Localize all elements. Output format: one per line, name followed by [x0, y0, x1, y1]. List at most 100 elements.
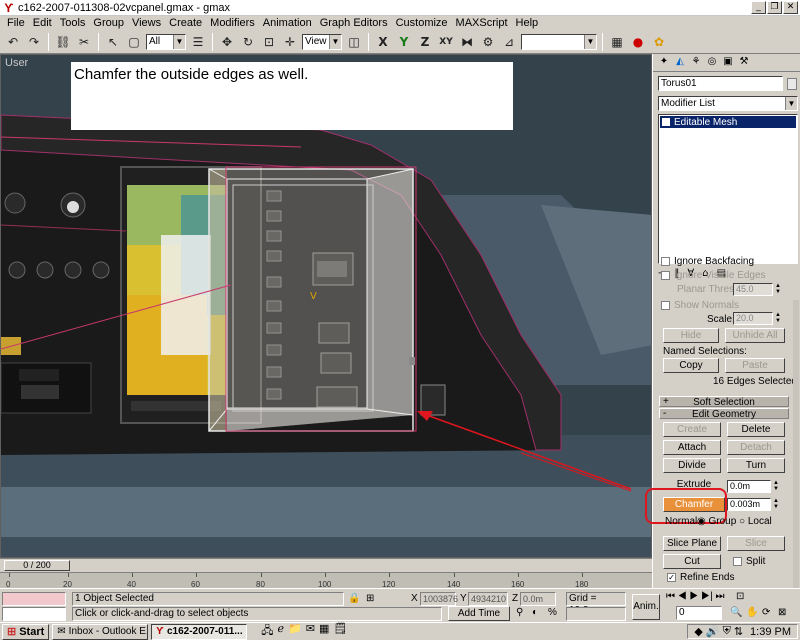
- selection-filter-dropdown[interactable]: All ▼: [146, 33, 186, 50]
- select-arrow-icon[interactable]: ↖: [104, 33, 122, 51]
- clock[interactable]: 1:39 PM: [750, 626, 791, 638]
- absolute-mode-icon[interactable]: ⊞: [366, 593, 374, 604]
- refine-ends-checkbox[interactable]: ✓: [667, 573, 676, 582]
- turn-button[interactable]: Turn: [727, 458, 785, 473]
- chamfer-spinner[interactable]: 0.003m: [727, 498, 771, 511]
- select-region-icon[interactable]: ▢: [125, 33, 143, 51]
- close-button[interactable]: ✕: [783, 1, 798, 14]
- spinner-arrows-icon[interactable]: ▲ ▼: [774, 312, 782, 325]
- crosshair-icon[interactable]: ✛: [281, 33, 299, 51]
- array-icon[interactable]: ⚙: [479, 33, 497, 51]
- taskbar-item-gmax[interactable]: Ƴ c162-2007-011...: [151, 623, 248, 640]
- tray-security-icon[interactable]: ⛨: [723, 625, 731, 638]
- menu-animation[interactable]: Animation: [259, 17, 316, 29]
- soft-selection-rollout[interactable]: + Soft Selection: [659, 396, 789, 408]
- redo-icon[interactable]: ↷: [25, 33, 43, 51]
- animate-button[interactable]: Anim.: [632, 594, 660, 620]
- ignore-backfacing-row[interactable]: Ignore Backfacing: [661, 256, 754, 267]
- snap-field[interactable]: [566, 607, 626, 621]
- viewport-label[interactable]: User: [5, 57, 28, 69]
- taskbar-item-outlook[interactable]: ✉ Inbox - Outlook E...: [52, 623, 149, 640]
- snap-toggle-icon[interactable]: ⚲: [516, 607, 523, 618]
- display-tab-icon[interactable]: ▣: [721, 56, 735, 70]
- ignore-visible-edges-row[interactable]: Ignore Visible Edges: [661, 270, 766, 281]
- unlink-icon[interactable]: ✂: [75, 33, 93, 51]
- paste-button[interactable]: Paste: [725, 358, 785, 373]
- align-icon[interactable]: ⊿: [500, 33, 518, 51]
- menu-graph-editors[interactable]: Graph Editors: [316, 17, 392, 29]
- maximize-viewport-icon[interactable]: ⊠: [778, 607, 786, 618]
- mail-icon[interactable]: ✉: [306, 622, 315, 640]
- normal-local-radio[interactable]: ○ Local: [739, 516, 772, 527]
- modify-tab-icon[interactable]: ◭: [673, 56, 687, 70]
- command-panel-scrollbar[interactable]: [793, 300, 799, 596]
- tray-app-icon[interactable]: ◆: [694, 625, 702, 638]
- pivot-icon[interactable]: ◫: [345, 33, 363, 51]
- delete-button[interactable]: Delete: [727, 422, 785, 437]
- axis-y-icon[interactable]: Y: [395, 33, 413, 51]
- slice-plane-button[interactable]: Slice Plane: [663, 536, 721, 551]
- mirror-icon[interactable]: ⧓: [458, 33, 476, 51]
- normal-group-radio[interactable]: ◉ Group: [697, 516, 736, 527]
- spinner-arrows-icon[interactable]: ▲ ▼: [772, 480, 780, 493]
- detach-button[interactable]: Detach: [727, 440, 785, 455]
- slice-button[interactable]: Slice: [727, 536, 785, 551]
- object-name-field[interactable]: Torus01: [658, 76, 783, 91]
- hierarchy-tab-icon[interactable]: ⚘: [689, 56, 703, 70]
- pan-icon[interactable]: ✋: [746, 607, 758, 618]
- split-checkbox[interactable]: [733, 557, 742, 566]
- hide-button[interactable]: Hide: [663, 328, 719, 343]
- restore-button[interactable]: ❐: [767, 1, 782, 14]
- key-mode-icon[interactable]: ⊡: [736, 591, 744, 602]
- time-slider[interactable]: 0 / 200: [4, 560, 70, 571]
- copy-button[interactable]: Copy: [663, 358, 719, 373]
- current-frame-field[interactable]: 0: [676, 606, 722, 620]
- unhide-all-button[interactable]: Unhide All: [725, 328, 785, 343]
- show-normals-row[interactable]: Show Normals: [661, 300, 739, 311]
- scale-icon[interactable]: ⊡: [260, 33, 278, 51]
- divide-button[interactable]: Divide: [663, 458, 721, 473]
- angle-snap-icon[interactable]: ◐: [532, 607, 538, 618]
- axis-xy-icon[interactable]: XY: [437, 33, 455, 51]
- modifier-list-dropdown[interactable]: Modifier List ▼: [658, 96, 798, 111]
- utilities-tab-icon[interactable]: ⚒: [737, 56, 751, 70]
- motion-tab-icon[interactable]: ◎: [705, 56, 719, 70]
- tray-network-icon[interactable]: ⇅: [734, 625, 743, 638]
- select-by-name-icon[interactable]: ☰: [189, 33, 207, 51]
- calculator-icon[interactable]: ▦: [319, 622, 329, 640]
- y-coordinate-field[interactable]: 4934210: [468, 592, 508, 606]
- z-coordinate-field[interactable]: 0.0m: [520, 592, 556, 606]
- material-editor-icon[interactable]: ▦: [608, 33, 626, 51]
- spinner-arrows-icon[interactable]: ▲ ▼: [772, 498, 780, 511]
- axis-x-icon[interactable]: X: [374, 33, 392, 51]
- menu-edit[interactable]: Edit: [29, 17, 56, 29]
- menu-modifiers[interactable]: Modifiers: [206, 17, 259, 29]
- notepad-icon[interactable]: 🗒: [333, 622, 347, 640]
- extrude-spinner[interactable]: 0.0m: [727, 480, 771, 493]
- arc-rotate-icon[interactable]: ⟳: [762, 607, 770, 618]
- undo-icon[interactable]: ↶: [4, 33, 22, 51]
- x-coordinate-field[interactable]: 1003876: [420, 592, 458, 606]
- scale-spinner[interactable]: 20.0: [733, 312, 773, 325]
- percent-snap-icon[interactable]: %: [548, 607, 557, 618]
- planar-thresh-spinner[interactable]: 45.0: [733, 283, 773, 296]
- ignore-backfacing-checkbox[interactable]: [661, 257, 670, 266]
- quick-render-icon[interactable]: ✿: [650, 33, 668, 51]
- folder-icon[interactable]: 📁: [288, 622, 302, 640]
- create-tab-icon[interactable]: ✦: [657, 56, 671, 70]
- track-bar[interactable]: 0 20 40 60 80 100 120 140 160 180: [0, 572, 652, 589]
- zoom-icon[interactable]: 🔍: [730, 607, 742, 618]
- menu-tools[interactable]: Tools: [56, 17, 90, 29]
- lock-selection-icon[interactable]: 🔒: [348, 593, 360, 604]
- minimize-button[interactable]: _: [751, 1, 766, 14]
- axis-z-icon[interactable]: Z: [416, 33, 434, 51]
- edit-geometry-rollout[interactable]: - Edit Geometry: [659, 408, 789, 420]
- rotate-icon[interactable]: ↻: [239, 33, 257, 51]
- menu-help[interactable]: Help: [512, 17, 543, 29]
- add-time-tag-button[interactable]: Add Time Tag: [448, 606, 510, 632]
- show-normals-checkbox[interactable]: [661, 301, 670, 310]
- expand-icon[interactable]: [662, 118, 670, 126]
- tray-volume-icon[interactable]: 🔊: [706, 625, 720, 638]
- render-icon[interactable]: ●: [629, 33, 647, 51]
- menu-customize[interactable]: Customize: [392, 17, 452, 29]
